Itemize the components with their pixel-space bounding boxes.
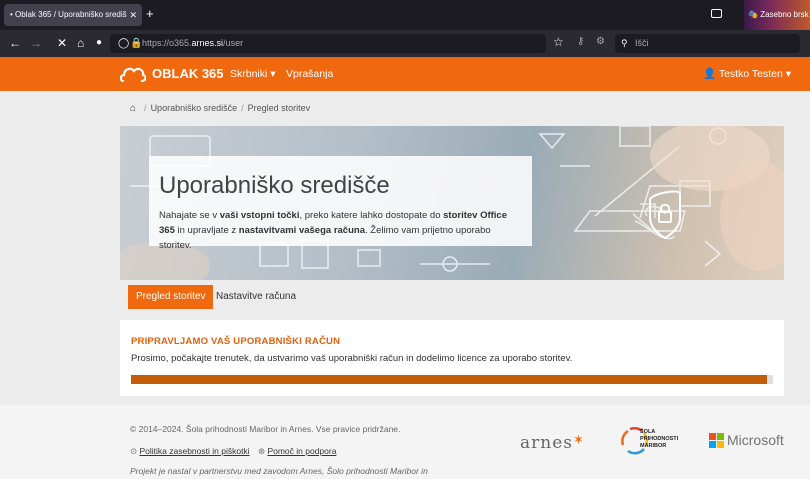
search-icon: ⚲: [621, 38, 628, 48]
breadcrumb-separator: /: [241, 103, 244, 113]
cloud-logo-icon[interactable]: [120, 65, 146, 83]
home-icon[interactable]: ⌂: [77, 35, 84, 51]
tab-title: • Oblak 365 / Uporabniško središ: [10, 10, 127, 19]
progress-fill: [131, 375, 767, 384]
help-icon: ⊛: [257, 446, 268, 456]
stop-icon[interactable]: ✕: [57, 35, 67, 51]
sola-logo-text: ŠOLA PRIHODNOSTI MARIBOR: [640, 429, 679, 449]
private-mask-icon: 🎭: [748, 10, 761, 19]
shield-icon[interactable]: ◯: [118, 34, 129, 53]
permissions-icon[interactable]: ⚙: [596, 36, 605, 47]
hero-description: Nahajate se v vaši vstopni točki, preko …: [159, 208, 525, 253]
user-icon: 👤: [703, 68, 719, 80]
breadcrumb-separator: /: [144, 103, 147, 113]
microsoft-logo[interactable]: Microsoft: [709, 432, 784, 449]
extension-icon[interactable]: ●: [96, 35, 102, 51]
hero-text-part: , preko katere lahko dostopate do: [299, 210, 444, 221]
ms-square-red: [709, 433, 716, 440]
list-tabs-icon[interactable]: [711, 9, 722, 18]
privacy-link[interactable]: Politika zasebnosti in piškotki: [139, 446, 249, 456]
microsoft-logo-text: Microsoft: [727, 432, 784, 448]
new-tab-button[interactable]: +: [146, 6, 154, 22]
card-title: PRIPRAVLJAMO VAŠ UPORABNIŠKI RAČUN: [131, 336, 341, 347]
arnes-logo-text: arnes: [520, 433, 573, 453]
arnes-logo[interactable]: arnes✶: [520, 433, 585, 453]
tab-nastavitve-racuna[interactable]: Nastavitve računa: [208, 285, 304, 309]
key-icon[interactable]: ⚷: [577, 36, 584, 47]
tab-close-icon[interactable]: ✕: [129, 4, 137, 26]
breadcrumb-current: Pregled storitev: [247, 103, 311, 113]
ms-square-green: [717, 433, 724, 440]
lock-icon[interactable]: 🔒: [130, 34, 142, 53]
private-label: Zasebno brsk: [760, 10, 809, 19]
bookmark-star-icon[interactable]: ☆: [553, 35, 564, 49]
back-icon[interactable]: ←: [9, 35, 21, 51]
ms-square-blue: [709, 441, 716, 448]
forward-icon[interactable]: →: [30, 35, 42, 51]
hero-title: Uporabniško središče: [159, 172, 390, 199]
hero-text-part: in upravljate z: [174, 225, 239, 236]
browser-tab-bar: • Oblak 365 / Uporabniško središ ✕ + 🎭 Z…: [0, 0, 810, 30]
partnership-note: Projekt je nastal v partnerstvu med zavo…: [130, 465, 428, 477]
user-name: Testko Testen ▾: [718, 68, 792, 80]
progress-bar: [131, 375, 773, 384]
url-path: /user: [223, 38, 244, 48]
breadcrumb: ⌂ / Uporabniško središče / Pregled storitev: [120, 97, 784, 119]
hero-text-box: Uporabniško središče Nahajate se v vaši …: [149, 156, 532, 251]
partnership-note-text: Projekt je nastal v partnerstvu med zavo…: [130, 466, 428, 476]
menu-vprasanja[interactable]: Vprašanja: [286, 67, 333, 81]
account-status-card: PRIPRAVLJAMO VAŠ UPORABNIŠKI RAČUN Prosi…: [120, 320, 784, 396]
browser-nav-bar: ← → ✕ ⌂ ● ◯ 🔒 https://o365.arnes.si/user…: [0, 30, 810, 57]
menu-skrbniki[interactable]: Skrbniki ▾: [230, 67, 276, 81]
ms-square-yellow: [717, 441, 724, 448]
url-prefix: https://o365.: [142, 38, 192, 48]
footer-links: ⊙ Politika zasebnosti in piškotki ⊛ Pomo…: [130, 445, 336, 457]
hero-bold-part: nastavitvami vašega računa: [238, 225, 365, 236]
copyright-text: © 2014–2024. Šola prihodnosti Maribor in…: [130, 424, 401, 434]
arnes-star-icon: ✶: [573, 433, 585, 448]
hero-text-part: Nahajate se v: [159, 210, 220, 221]
help-link[interactable]: Pomoč in podpora: [267, 446, 336, 456]
private-browsing-badge: 🎭 Zasebno brsk: [744, 0, 810, 30]
content-tabs: Pregled storitev Nastavitve računa: [120, 285, 784, 309]
home-icon[interactable]: ⌂: [130, 103, 136, 114]
hero-bold-part: vaši vstopni točki: [219, 210, 300, 221]
browser-tab[interactable]: • Oblak 365 / Uporabniško središ ✕: [4, 4, 142, 26]
user-menu[interactable]: 👤 Testko Testen ▾: [703, 67, 791, 81]
search-placeholder: Išči: [635, 38, 649, 48]
card-text: Prosimo, počakajte trenutek, da ustvarim…: [131, 353, 573, 364]
tab-pregled-storitev[interactable]: Pregled storitev: [128, 285, 214, 309]
brand-title[interactable]: OBLAK 365: [152, 66, 224, 82]
url-bar[interactable]: ◯ 🔒 https://o365.arnes.si/user: [110, 34, 546, 53]
app-header: OBLAK 365 Skrbniki ▾ Vprašanja 👤 Testko …: [0, 57, 810, 91]
breadcrumb-item[interactable]: Uporabniško središče: [151, 103, 238, 113]
url-host: arnes.si: [191, 38, 224, 48]
footer: © 2014–2024. Šola prihodnosti Maribor in…: [0, 405, 810, 479]
search-input[interactable]: ⚲ Išči: [615, 34, 800, 53]
